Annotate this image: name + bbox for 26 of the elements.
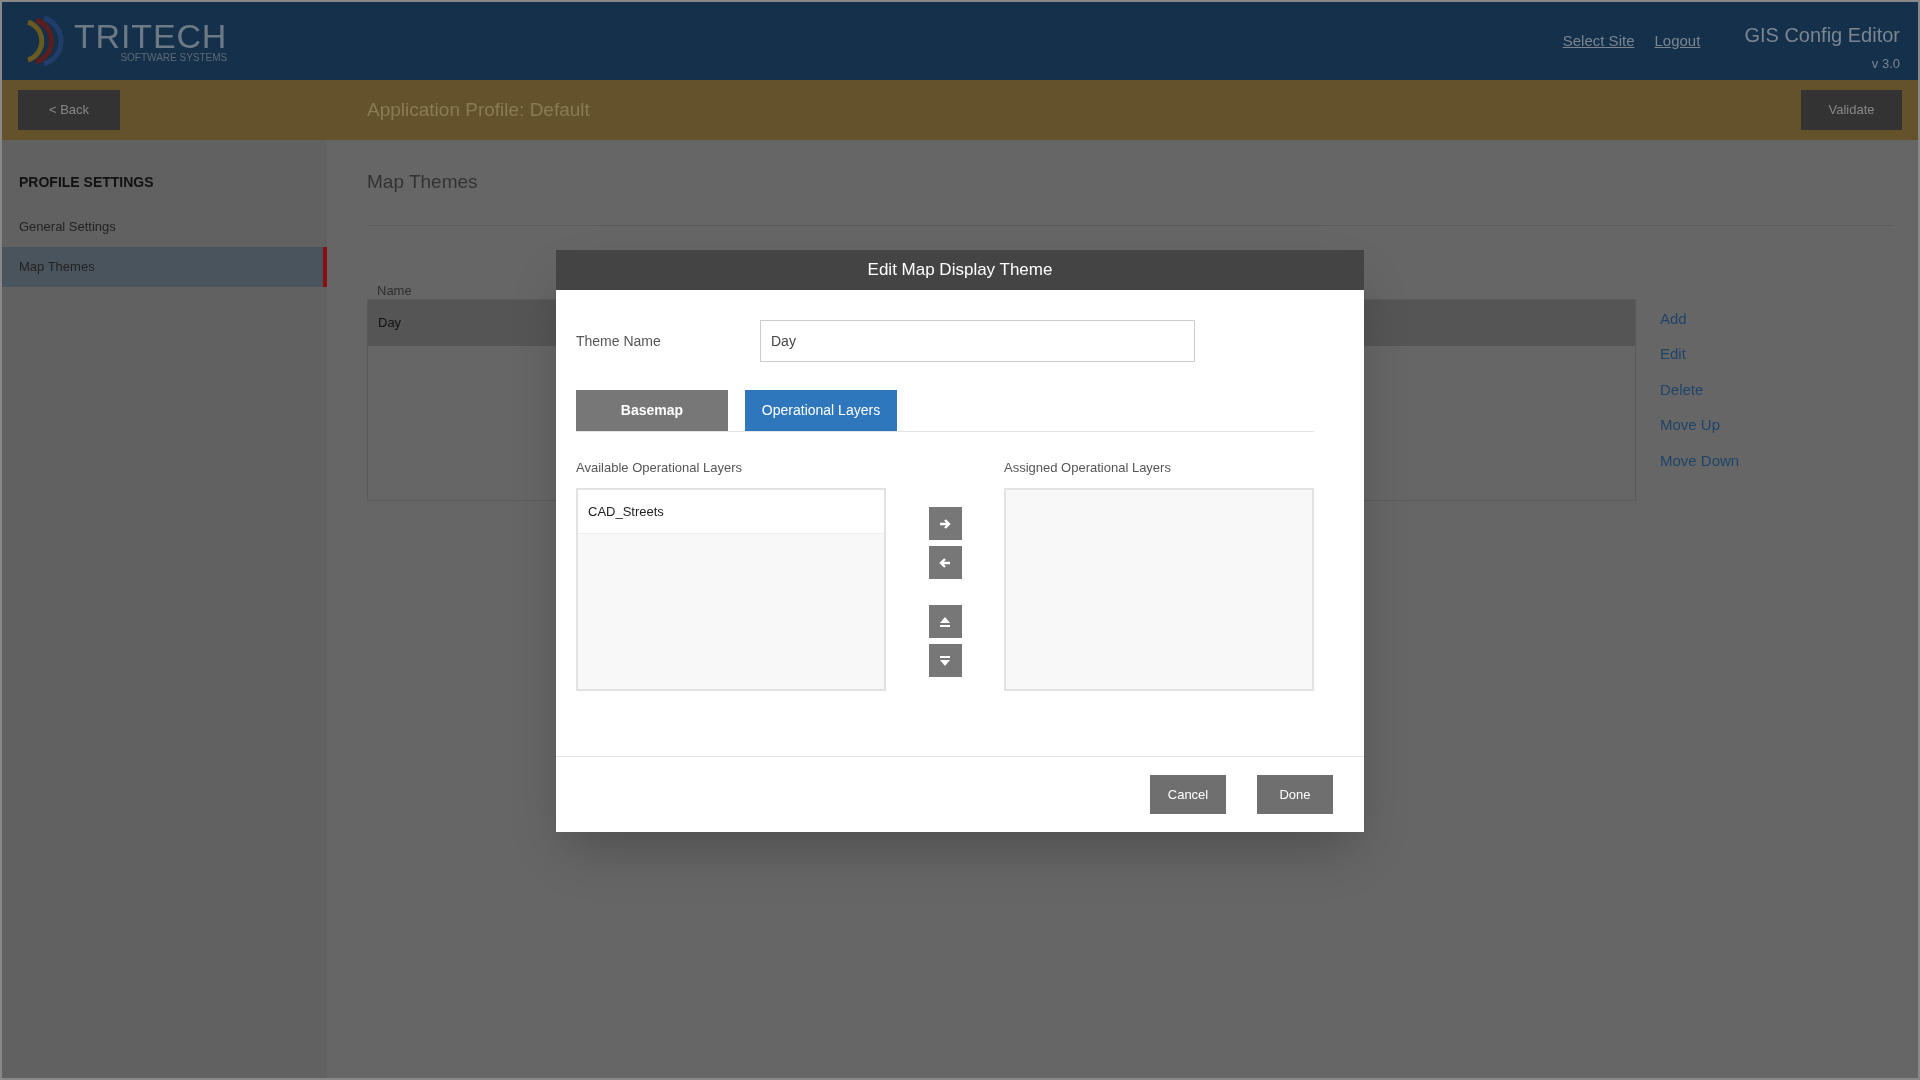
sidebar-item[interactable]: Map Themes xyxy=(2,247,327,287)
header-link[interactable]: Logout xyxy=(1654,29,1701,53)
field-label: Theme Name xyxy=(576,331,662,351)
transfer-button[interactable] xyxy=(928,507,962,540)
header-link[interactable]: Select Site xyxy=(1562,29,1635,53)
back-button[interactable]: < Back xyxy=(18,90,120,130)
version-text: v 3.0 xyxy=(1871,55,1900,74)
tab[interactable]: Operational Layers xyxy=(745,390,897,431)
transfer-button[interactable] xyxy=(928,546,962,579)
theme-name-field[interactable]: Day xyxy=(760,320,1195,362)
sidebar-item[interactable]: General Settings xyxy=(2,207,327,247)
sidebar-heading: PROFILE SETTINGS xyxy=(18,173,155,192)
logo-subtext: SOFTWARE SYSTEMS xyxy=(120,53,228,63)
validate-button[interactable]: Validate xyxy=(1801,90,1902,130)
dialog-button[interactable]: Cancel xyxy=(1150,775,1226,814)
list-label: Available Operational Layers xyxy=(576,459,743,477)
transfer-button[interactable] xyxy=(928,644,962,677)
transfer-button[interactable] xyxy=(928,605,962,638)
logo-text: TRITECH xyxy=(74,19,228,53)
list-item[interactable]: CAD_Streets xyxy=(578,490,884,534)
dialog-title: Edit Map Display Theme xyxy=(556,250,1364,290)
dialog-button[interactable]: Done xyxy=(1257,775,1333,814)
column-header: Name xyxy=(377,282,412,298)
list-label: Assigned Operational Layers xyxy=(1004,459,1172,477)
tab[interactable]: Basemap xyxy=(576,390,728,431)
app-title: GIS Config Editor xyxy=(1744,23,1900,49)
